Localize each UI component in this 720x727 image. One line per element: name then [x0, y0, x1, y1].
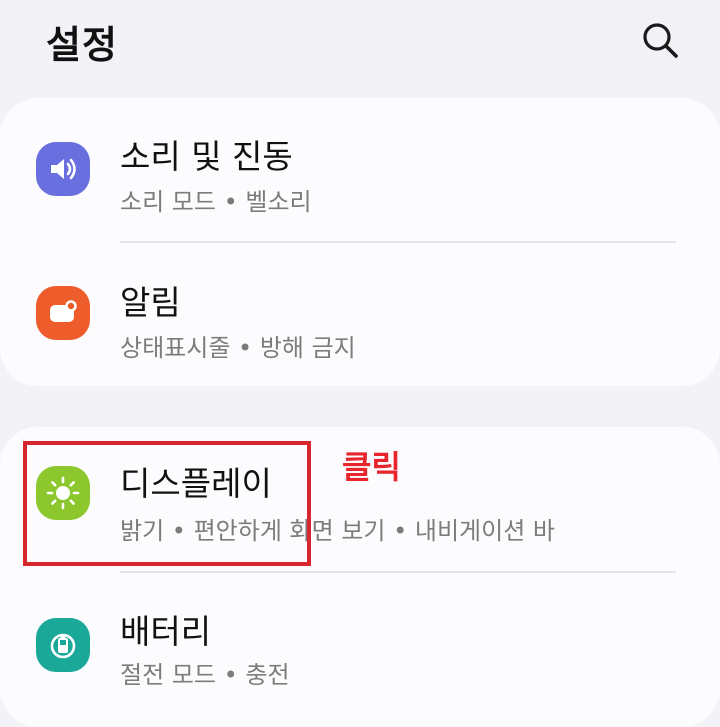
page-title: 설정	[46, 23, 118, 67]
settings-item-battery[interactable]: 배터리 절전 모드 • 충전	[0, 573, 720, 713]
item-title: 알림	[120, 283, 181, 322]
settings-group-1: 소리 및 진동 소리 모드 • 벨소리 알림 상태표시줄 • 방해 금지	[0, 98, 720, 386]
settings-item-sound-vibration[interactable]: 소리 및 진동 소리 모드 • 벨소리	[0, 98, 720, 238]
item-subtitle: 절전 모드 • 충전	[120, 661, 290, 689]
settings-item-notifications[interactable]: 알림 상태표시줄 • 방해 금지	[0, 244, 720, 384]
volume-icon	[36, 142, 90, 196]
search-icon	[643, 23, 678, 58]
item-subtitle: 상태표시줄 • 방해 금지	[120, 334, 356, 362]
header: 설정	[0, 0, 720, 95]
search-button[interactable]	[638, 18, 682, 62]
divider	[120, 241, 676, 243]
highlight-box	[23, 441, 311, 566]
battery-icon	[36, 618, 90, 672]
item-subtitle: 소리 모드 • 벨소리	[120, 188, 312, 216]
notification-icon	[36, 286, 90, 340]
item-title: 배터리	[120, 612, 212, 651]
click-annotation: 클릭	[342, 448, 401, 486]
item-title: 소리 및 진동	[120, 137, 293, 176]
